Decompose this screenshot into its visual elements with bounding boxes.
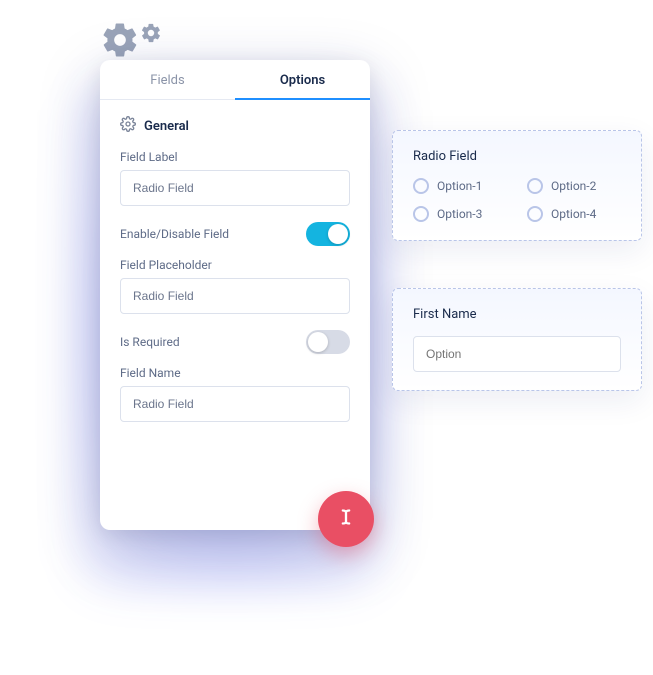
radio-options-grid: Option-1 Option-2 Option-3 Option-4	[413, 178, 621, 222]
gear-icon	[120, 116, 136, 136]
field-label-label: Field Label	[120, 150, 350, 164]
radio-circle-icon	[527, 206, 543, 222]
firstname-preview-title: First Name	[413, 307, 621, 322]
is-required-toggle[interactable]	[306, 330, 350, 354]
radio-circle-icon	[413, 178, 429, 194]
radio-option[interactable]: Option-4	[527, 206, 621, 222]
field-name-input[interactable]	[120, 386, 350, 422]
firstname-preview-input[interactable]	[413, 336, 621, 372]
firstname-preview-card: First Name	[392, 288, 642, 391]
tab-options[interactable]: Options	[235, 60, 370, 99]
radio-preview-title: Radio Field	[413, 149, 621, 164]
radio-option-label: Option-1	[437, 179, 482, 193]
section-title: General	[144, 119, 189, 134]
text-cursor-fab[interactable]	[318, 491, 374, 547]
radio-preview-card: Radio Field Option-1 Option-2 Option-3 O…	[392, 130, 642, 241]
radio-option-label: Option-3	[437, 207, 482, 221]
field-label-input[interactable]	[120, 170, 350, 206]
tab-bar: Fields Options	[100, 60, 370, 100]
field-placeholder-input[interactable]	[120, 278, 350, 314]
radio-option[interactable]: Option-2	[527, 178, 621, 194]
field-placeholder-label: Field Placeholder	[120, 258, 350, 272]
is-required-label: Is Required	[120, 335, 180, 349]
section-general: General	[120, 116, 350, 136]
radio-option[interactable]: Option-3	[413, 206, 507, 222]
enable-disable-label: Enable/Disable Field	[120, 227, 229, 241]
gear-decoration	[100, 20, 162, 60]
field-name-label: Field Name	[120, 366, 350, 380]
radio-option-label: Option-2	[551, 179, 596, 193]
text-cursor-icon	[333, 504, 359, 534]
panel-body: General Field Label Enable/Disable Field…	[100, 100, 370, 432]
radio-option-label: Option-4	[551, 207, 596, 221]
radio-circle-icon	[413, 206, 429, 222]
radio-circle-icon	[527, 178, 543, 194]
enable-disable-toggle[interactable]	[306, 222, 350, 246]
settings-panel: Fields Options General Field Label Enabl…	[100, 60, 370, 530]
tab-fields[interactable]: Fields	[100, 60, 235, 99]
radio-option[interactable]: Option-1	[413, 178, 507, 194]
